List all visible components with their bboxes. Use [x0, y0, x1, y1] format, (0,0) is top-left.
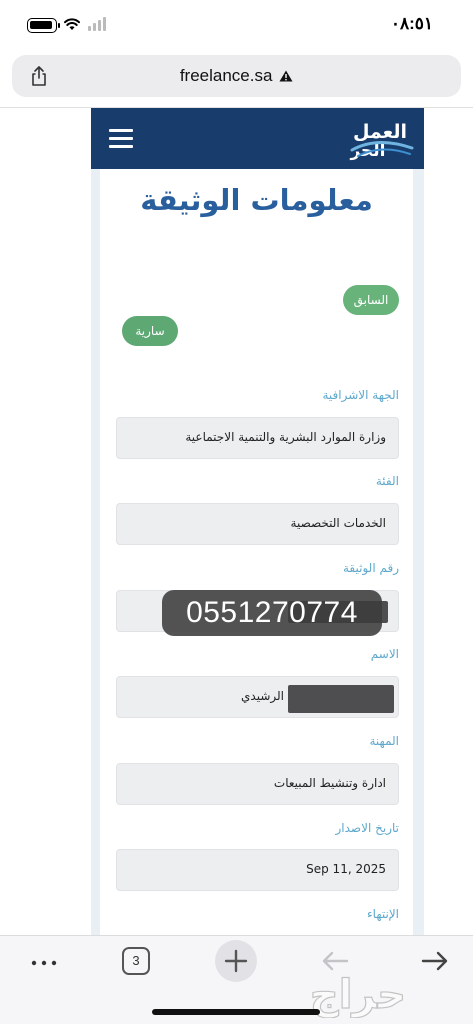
tabs-button[interactable]: 3: [122, 947, 150, 975]
issue-date-value: Sep 11, 2025: [306, 862, 386, 876]
supervising-authority-field: وزارة الموارد البشرية والتنمية الاجتماعي…: [116, 417, 399, 459]
url-domain: freelance.sa: [179, 66, 273, 85]
name-field: الرشيدي: [116, 676, 399, 718]
supervising-authority-value: وزارة الموارد البشرية والتنمية الاجتماعي…: [185, 430, 386, 444]
expiry-label: الإنتهاء: [367, 907, 399, 921]
redaction-block: [288, 685, 394, 713]
phone-number-overlay: 0551270774: [162, 590, 382, 636]
category-field: الخدمات التخصصية: [116, 503, 399, 545]
name-value: الرشيدي: [241, 689, 284, 703]
hamburger-menu-icon[interactable]: [109, 129, 133, 148]
profession-field: ادارة وتنشيط المبيعات: [116, 763, 399, 805]
status-badge: سارية: [122, 316, 178, 346]
category-value: الخدمات التخصصية: [290, 516, 386, 530]
name-label: الاسم: [370, 647, 399, 661]
not-secure-warning-icon: [279, 70, 293, 82]
cellular-signal-icon: [88, 17, 110, 31]
issue-date-field: Sep 11, 2025: [116, 849, 399, 891]
status-bar: ٠٨:٥١: [0, 0, 473, 50]
site-header: العمل الحر: [91, 108, 424, 169]
page-title: معلومات الوثيقة: [140, 183, 373, 217]
supervising-authority-label: الجهة الاشرافية: [322, 388, 400, 402]
status-time: ٠٨:٥١: [390, 14, 433, 33]
document-card: معلومات الوثيقة السابق سارية الجهة الاشر…: [100, 169, 413, 935]
category-label: الفئة: [375, 474, 399, 488]
previous-button[interactable]: السابق: [343, 285, 399, 315]
more-options-icon[interactable]: [30, 958, 60, 968]
svg-text:حراج: حراج: [310, 972, 406, 1018]
svg-text:العمل: العمل: [353, 121, 407, 143]
url-text[interactable]: freelance.sa: [12, 66, 461, 86]
issue-date-label: تاريخ الاصدار: [335, 821, 400, 835]
freelance-logo[interactable]: العمل الحر: [322, 114, 414, 164]
wifi-icon: [64, 18, 80, 30]
home-indicator: [152, 1009, 320, 1015]
address-bar[interactable]: freelance.sa: [12, 55, 461, 97]
document-number-label: رقم الوثيقة: [343, 561, 399, 575]
profession-label: المهنة: [369, 734, 399, 748]
profession-value: ادارة وتنشيط المبيعات: [273, 776, 386, 790]
battery-icon: [27, 18, 60, 33]
